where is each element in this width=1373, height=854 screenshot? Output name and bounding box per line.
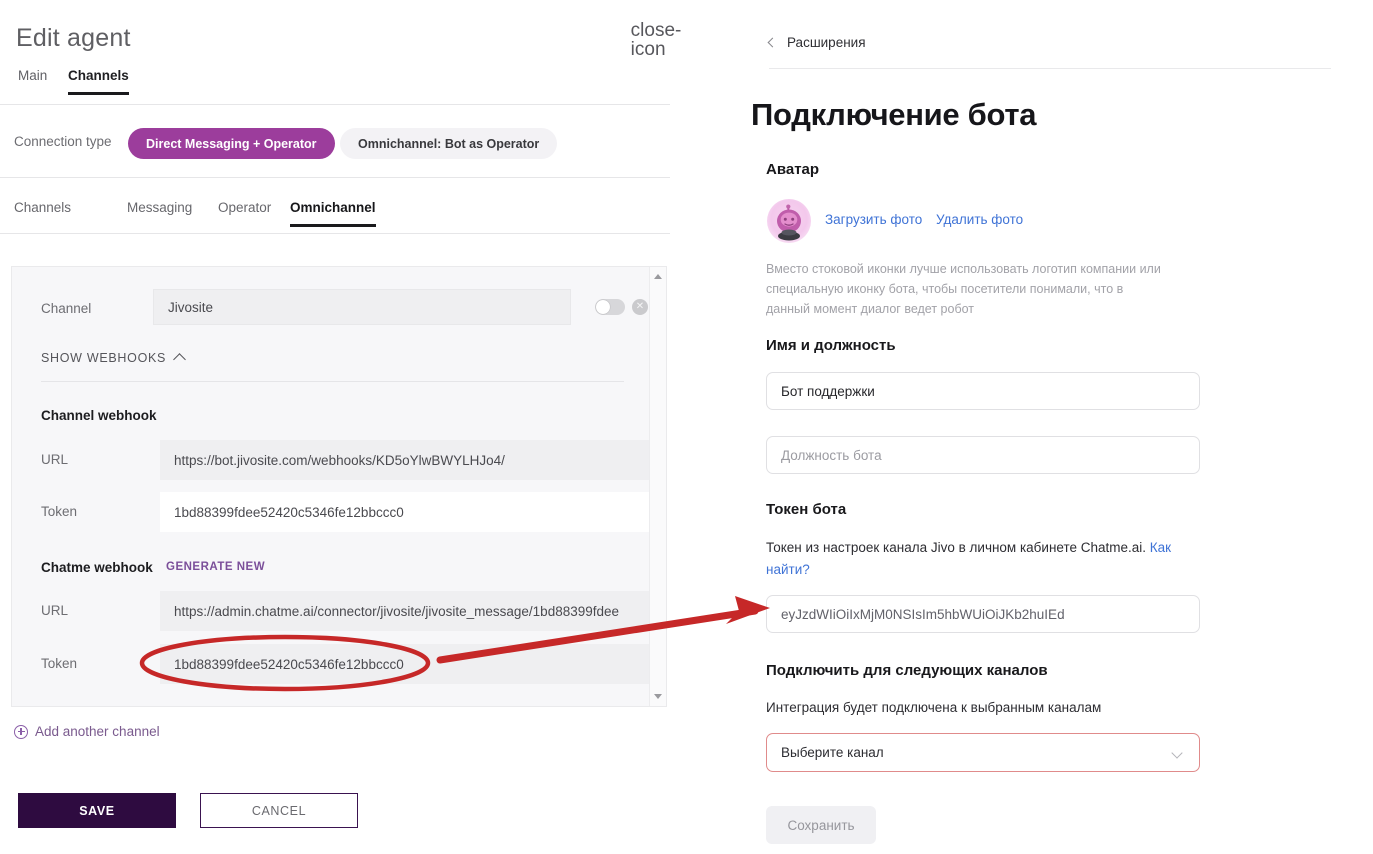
chatme-webhook-token-field[interactable]: 1bd88399fdee52420c5346fe12bbccc0 — [160, 644, 650, 684]
connection-option-omnichannel[interactable]: Omnichannel: Bot as Operator — [340, 128, 557, 159]
add-another-channel-button[interactable]: Add another channel — [14, 724, 160, 739]
avatar-section-label: Аватар — [766, 161, 819, 178]
save-bot-button[interactable]: Сохранить — [766, 806, 876, 844]
cancel-button[interactable]: CANCEL — [200, 793, 358, 828]
channels-description: Интеграция будет подключена к выбранным … — [766, 697, 1191, 719]
main-tabs: Main Channels — [0, 68, 670, 105]
sub-tab-channels-label: Channels — [14, 200, 71, 227]
divider — [41, 381, 624, 382]
delete-photo-link[interactable]: Удалить фото — [936, 212, 1023, 227]
save-button[interactable]: SAVE — [18, 793, 176, 828]
sub-tab-omnichannel[interactable]: Omnichannel — [290, 200, 376, 227]
webhook-scrollbar[interactable] — [649, 267, 666, 706]
connection-option-direct-messaging[interactable]: Direct Messaging + Operator — [128, 128, 335, 159]
chevron-up-icon — [173, 353, 186, 366]
chatme-webhook-title: Chatme webhook — [41, 560, 153, 575]
scroll-down-arrow-icon[interactable] — [654, 694, 662, 699]
webhook-card-content: Channel Jivosite ✕ SHOW WEBHOOKS Channel… — [12, 267, 650, 707]
chevron-left-icon — [768, 38, 778, 48]
channel-webhook-url-field[interactable]: https://bot.jivosite.com/webhooks/KD5oYl… — [160, 440, 650, 480]
connection-type-row: Connection type Direct Messaging + Opera… — [0, 106, 670, 178]
token-description: Токен из настроек канала Jivo в личном к… — [766, 537, 1191, 581]
bot-connection-heading: Подключение бота — [751, 97, 1036, 133]
bot-name-field[interactable]: Бот поддержки — [766, 372, 1200, 410]
bot-role-field[interactable]: Должность бота — [766, 436, 1200, 474]
page-title: Edit agent — [16, 24, 131, 53]
chatme-webhook-url-label: URL — [41, 603, 68, 618]
generate-new-button[interactable]: GENERATE NEW — [166, 561, 265, 573]
channel-enable-toggle[interactable] — [595, 299, 625, 315]
tab-main[interactable]: Main — [18, 68, 47, 94]
channel-select-dropdown[interactable]: Выберите канал — [766, 733, 1200, 772]
tab-channels[interactable]: Channels — [68, 68, 129, 94]
show-webhooks-toggle[interactable]: SHOW WEBHOOKS — [41, 351, 184, 365]
sub-tab-operator[interactable]: Operator — [218, 200, 271, 227]
channel-webhook-token-label: Token — [41, 504, 77, 519]
channel-label: Channel — [41, 301, 91, 316]
bot-token-field[interactable]: eyJzdWIiOiIxMjM0NSIsIm5hbWUiOiJKb2huIEd — [766, 595, 1200, 633]
chevron-down-icon — [1171, 747, 1182, 758]
header-divider — [769, 68, 1331, 69]
show-webhooks-label: SHOW WEBHOOKS — [41, 351, 166, 365]
avatar-help-text: Вместо стоковой иконки лучше использоват… — [766, 259, 1166, 319]
breadcrumb[interactable]: Расширения — [769, 35, 866, 50]
channel-select-value: Выберите канал — [781, 745, 884, 760]
robot-avatar-icon — [767, 199, 811, 243]
channel-sub-tabs: Channels Messaging Operator Omnichannel — [0, 182, 670, 234]
token-section-label: Токен бота — [766, 501, 846, 518]
name-section-label: Имя и должность — [766, 337, 896, 354]
channel-select[interactable]: Jivosite — [153, 289, 571, 325]
channels-section-label: Подключить для следующих каналов — [766, 662, 1048, 679]
channel-webhook-url-label: URL — [41, 452, 68, 467]
sub-tab-messaging[interactable]: Messaging — [127, 200, 192, 227]
edit-agent-panel: Edit agent close-icon Main Channels Conn… — [0, 0, 690, 854]
connection-type-label: Connection type — [14, 134, 112, 149]
close-icon[interactable]: close-icon — [644, 28, 668, 52]
channel-webhook-token-field[interactable]: 1bd88399fdee52420c5346fe12bbccc0 — [160, 492, 650, 532]
close-circle-icon[interactable]: ✕ — [632, 299, 648, 315]
token-description-text: Токен из настроек канала Jivo в личном к… — [766, 540, 1150, 555]
chatme-webhook-url-field[interactable]: https://admin.chatme.ai/connector/jivosi… — [160, 591, 650, 631]
scroll-up-arrow-icon[interactable] — [654, 274, 662, 279]
breadcrumb-label: Расширения — [787, 35, 866, 50]
plus-circle-icon — [14, 725, 28, 739]
channel-webhook-title: Channel webhook — [41, 408, 157, 423]
webhook-card: Channel Jivosite ✕ SHOW WEBHOOKS Channel… — [11, 266, 667, 707]
chatme-webhook-token-label: Token — [41, 656, 77, 671]
bot-connection-panel: Расширения Подключение бота Аватар Загру… — [751, 0, 1373, 854]
add-another-channel-label: Add another channel — [35, 724, 160, 739]
upload-photo-link[interactable]: Загрузить фото — [825, 212, 922, 227]
